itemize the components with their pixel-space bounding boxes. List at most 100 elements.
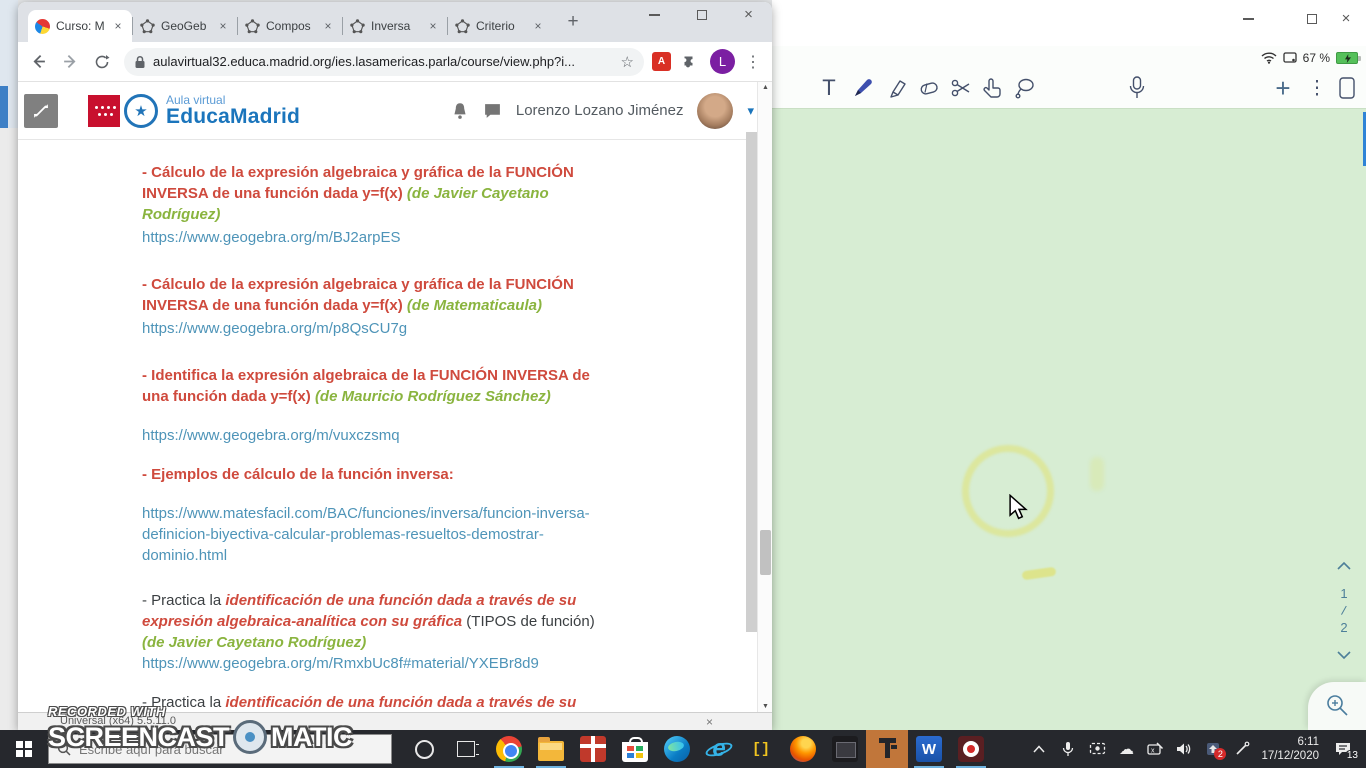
task-view-button[interactable] bbox=[446, 730, 486, 768]
taskbar-edge[interactable] bbox=[656, 730, 698, 768]
tab-geogebra-4[interactable]: Criterio × bbox=[448, 10, 552, 42]
site-brand[interactable]: Aula virtual EducaMadrid bbox=[166, 93, 300, 129]
maximize-button[interactable] bbox=[678, 8, 725, 22]
taskbar-file-explorer[interactable] bbox=[530, 730, 572, 768]
address-bar[interactable]: aulavirtual32.educa.madrid.org/ies.lasam… bbox=[124, 47, 644, 76]
taskbar-photos-app[interactable] bbox=[824, 730, 866, 768]
maximize-button[interactable] bbox=[1304, 12, 1320, 26]
taskbar-microsoft-store[interactable] bbox=[614, 730, 656, 768]
tab-curso[interactable]: Curso: M × bbox=[28, 10, 132, 42]
tab-close-icon[interactable]: × bbox=[531, 19, 545, 33]
close-button[interactable]: × bbox=[725, 7, 772, 22]
taskbar-internet-explorer[interactable]: e bbox=[698, 730, 740, 768]
geogebra-link[interactable]: https://www.geogebra.org/m/vuxczsmq bbox=[142, 427, 400, 444]
messages-icon[interactable] bbox=[483, 102, 502, 120]
start-button[interactable] bbox=[0, 730, 48, 768]
tab-geogebra-1[interactable]: GeoGeb × bbox=[133, 10, 237, 42]
minimize-button[interactable] bbox=[1240, 12, 1256, 26]
tray-stylus[interactable] bbox=[1232, 738, 1252, 760]
highlighter-tool-button[interactable] bbox=[884, 74, 910, 102]
battery-percent-label: 67 % bbox=[1302, 51, 1330, 65]
zoom-tool-button[interactable] bbox=[1308, 682, 1366, 730]
taskbar-clock[interactable]: 6:11 17/12/2020 bbox=[1261, 735, 1319, 763]
matesfacil-link[interactable]: https://www.matesfacil.com/BAC/funciones… bbox=[142, 505, 590, 564]
more-options-button[interactable]: ⋮ bbox=[1304, 74, 1330, 102]
minimize-button[interactable] bbox=[631, 8, 678, 22]
geogebra-link[interactable]: https://www.geogebra.org/m/RmxbUc8f#mate… bbox=[142, 655, 539, 672]
taskbar-chrome[interactable] bbox=[488, 730, 530, 768]
web-page: ★ Aula virtual EducaMadrid Lorenzo Lozan… bbox=[18, 82, 772, 728]
browser-menu-button[interactable]: ⋮ bbox=[742, 52, 764, 72]
search-input[interactable] bbox=[79, 741, 339, 757]
tab-close-icon[interactable]: × bbox=[426, 19, 440, 33]
text-tool-button[interactable]: T bbox=[816, 74, 842, 102]
browser-scrollbar[interactable]: ▲ ▼ bbox=[757, 82, 772, 712]
geogebra-link[interactable]: https://www.geogebra.org/m/p8QsCU7g bbox=[142, 320, 407, 337]
add-page-button[interactable]: + bbox=[1270, 73, 1296, 103]
scroll-down-arrow[interactable]: ▼ bbox=[758, 703, 773, 710]
user-avatar[interactable] bbox=[697, 92, 734, 129]
back-button[interactable] bbox=[24, 48, 52, 76]
forward-button[interactable] bbox=[56, 48, 84, 76]
tab-geogebra-3[interactable]: Inversa × bbox=[343, 10, 447, 42]
scrollbar-thumb[interactable] bbox=[760, 530, 771, 575]
page-view-button[interactable] bbox=[1334, 74, 1360, 102]
bookmark-star-icon[interactable]: ☆ bbox=[621, 53, 634, 71]
eraser-tool-button[interactable] bbox=[916, 74, 942, 102]
content-block-3-link: https://www.geogebra.org/m/vuxczsmq bbox=[142, 425, 612, 446]
url-text[interactable]: aulavirtual32.educa.madrid.org/ies.lasam… bbox=[153, 54, 614, 69]
expand-arrows-icon bbox=[34, 103, 48, 118]
notification-center-button[interactable]: 13 bbox=[1328, 738, 1360, 761]
user-name-label[interactable]: Lorenzo Lozano Jiménez bbox=[516, 102, 684, 119]
new-tab-button[interactable]: + bbox=[560, 9, 586, 35]
tab-close-icon[interactable]: × bbox=[111, 19, 125, 33]
tray-volume[interactable] bbox=[1174, 738, 1194, 760]
yellow-highlight-dash-annotation bbox=[1021, 566, 1057, 581]
download-item-label[interactable]: Universal (x64) 5.5.11.0 bbox=[60, 715, 176, 727]
fullscreen-toggle-button[interactable] bbox=[24, 93, 58, 128]
geogebra-link[interactable]: https://www.geogebra.org/m/BJ2arpES bbox=[142, 229, 400, 246]
system-tray: ☁ x 2 6:11 17/12/2020 13 bbox=[1029, 730, 1366, 768]
microphone-record-button[interactable] bbox=[1124, 74, 1150, 102]
extensions-button[interactable] bbox=[675, 48, 703, 76]
scissors-tool-button[interactable] bbox=[948, 74, 974, 102]
cortana-button[interactable] bbox=[404, 730, 444, 768]
hand-select-tool-button[interactable] bbox=[980, 74, 1006, 102]
tab-close-icon[interactable]: × bbox=[321, 19, 335, 33]
chevron-up-icon[interactable] bbox=[1336, 561, 1352, 571]
taskbar-annotation-app-active[interactable] bbox=[866, 730, 908, 768]
taskbar-search-box[interactable] bbox=[48, 734, 392, 764]
tray-expand-button[interactable] bbox=[1029, 738, 1049, 760]
chevron-down-icon[interactable] bbox=[1336, 650, 1352, 660]
profile-avatar-button[interactable]: L bbox=[710, 49, 735, 74]
tab-close-icon[interactable]: × bbox=[216, 19, 230, 33]
notification-count-badge: 13 bbox=[1344, 750, 1360, 761]
close-button[interactable]: × bbox=[1338, 10, 1354, 27]
notifications-bell-icon[interactable] bbox=[451, 101, 469, 121]
download-bar-close-icon[interactable]: × bbox=[706, 715, 713, 729]
content-block-3: - Identifica la expresión algebraica de … bbox=[142, 365, 612, 407]
user-menu-caret-icon[interactable]: ▾ bbox=[747, 103, 754, 119]
tab-geogebra-2[interactable]: Compos × bbox=[238, 10, 342, 42]
taskbar-screen-recorder[interactable] bbox=[950, 730, 992, 768]
lasso-tool-button[interactable] bbox=[1012, 74, 1038, 102]
gift-icon bbox=[580, 736, 606, 762]
reload-button[interactable] bbox=[88, 48, 116, 76]
tray-cast-screen[interactable] bbox=[1087, 738, 1107, 760]
scroll-up-arrow[interactable]: ▲ bbox=[758, 84, 773, 91]
adobe-pdf-extension-icon[interactable]: A bbox=[652, 52, 671, 71]
taskbar-gift-app[interactable] bbox=[572, 730, 614, 768]
taskbar-firefox[interactable] bbox=[782, 730, 824, 768]
forward-arrow-icon bbox=[63, 55, 75, 68]
close-icon: × bbox=[1341, 10, 1351, 27]
flag-stars bbox=[95, 105, 98, 109]
tray-onedrive[interactable]: ☁ bbox=[1116, 738, 1136, 760]
content-block-4: - Ejemplos de cálculo de la función inve… bbox=[142, 464, 612, 485]
pen-tool-button[interactable] bbox=[850, 74, 876, 102]
taskbar-word[interactable]: W bbox=[908, 730, 950, 768]
tray-pen-input[interactable]: x bbox=[1145, 738, 1165, 760]
tray-microphone[interactable] bbox=[1058, 738, 1078, 760]
notes-canvas[interactable]: 1 / 2 bbox=[772, 108, 1366, 730]
taskbar-brackets-app[interactable]: [] bbox=[740, 730, 782, 768]
tray-updates[interactable]: 2 bbox=[1203, 738, 1227, 760]
